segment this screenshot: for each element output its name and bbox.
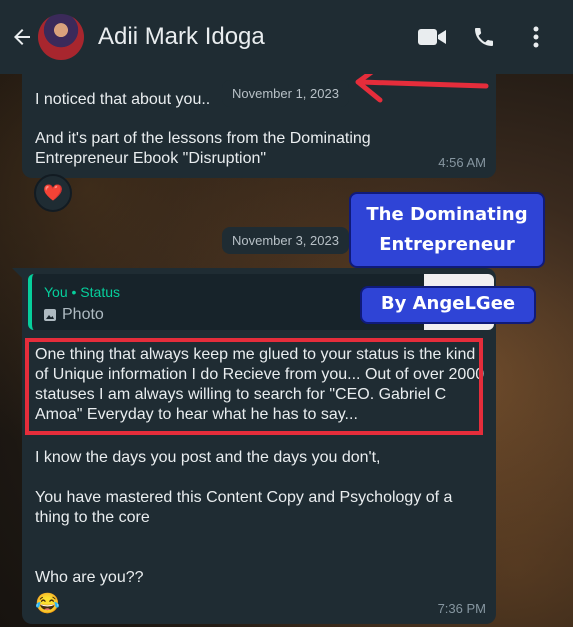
reaction-heart[interactable]: ❤️ xyxy=(34,174,72,212)
overlay-title-line1: The Dominating xyxy=(366,204,528,225)
laughing-emoji: 😂 xyxy=(35,593,60,615)
overlay-title: The Dominating Entrepreneur xyxy=(349,192,545,268)
back-arrow-icon[interactable] xyxy=(8,23,36,51)
phone-icon[interactable] xyxy=(469,22,499,52)
message-time: 4:56 AM xyxy=(438,155,486,170)
message-text: I know the days you post and the days yo… xyxy=(35,449,381,466)
message-text: You have mastered this Content Copy and … xyxy=(35,489,453,526)
overlay-title-line2: Entrepreneur xyxy=(379,234,515,255)
date-chip: November 3, 2023 xyxy=(222,227,349,254)
contact-name[interactable]: Adii Mark Idoga xyxy=(98,23,417,51)
message-text: I noticed that about you.. xyxy=(35,91,211,108)
overlay-byline: By AngeLGee xyxy=(360,286,536,324)
message-text: Who are you?? xyxy=(35,569,144,586)
message-time: 7:36 PM xyxy=(437,601,486,616)
red-highlight-box xyxy=(25,338,483,435)
heart-icon: ❤️ xyxy=(43,185,63,202)
video-call-icon[interactable] xyxy=(417,22,447,52)
quote-type: Photo xyxy=(44,306,104,324)
photo-icon xyxy=(44,309,56,321)
avatar[interactable] xyxy=(38,14,84,60)
more-vert-icon[interactable] xyxy=(521,22,551,52)
chat-header: Adii Mark Idoga xyxy=(0,0,573,74)
quote-author: You • Status xyxy=(44,284,120,300)
message-text: And it's part of the lessons from the Do… xyxy=(35,130,371,167)
date-chip: November 1, 2023 xyxy=(222,80,349,107)
